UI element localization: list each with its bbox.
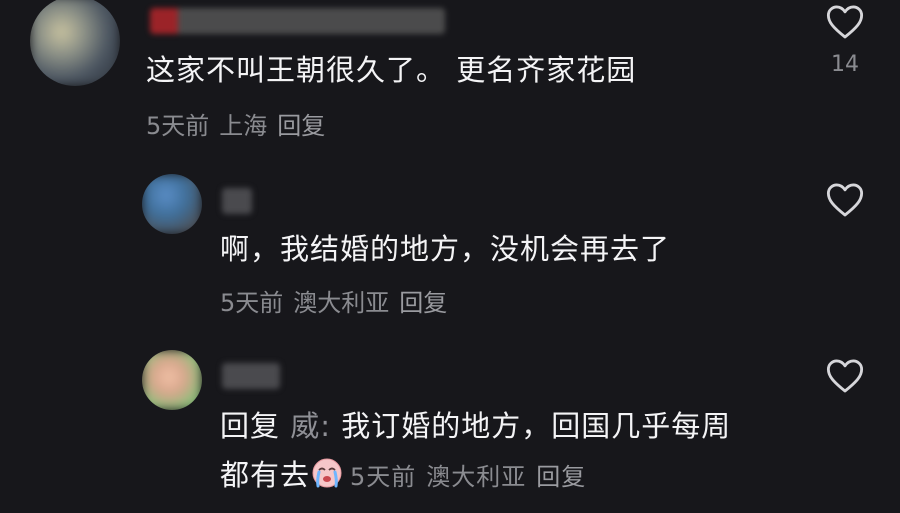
comment-text-line1: 我订婚的地方，回国几乎每周	[331, 409, 732, 443]
comment-time: 5天前	[220, 289, 284, 317]
reply-button[interactable]: 回复	[277, 112, 325, 140]
like-button[interactable]	[825, 182, 865, 218]
username[interactable]	[222, 188, 252, 214]
like-button[interactable]	[825, 358, 865, 394]
comment-text-line2-row: 都有去 5天前 澳大利亚 回复	[220, 453, 596, 497]
comment-meta: 5天前 上海 回复	[146, 111, 335, 141]
comment-text: 这家不叫王朝很久了。 更名齐家花园	[146, 53, 637, 87]
comment-time: 5天前	[350, 463, 417, 491]
avatar[interactable]	[142, 350, 202, 410]
reply-comment-item: 回复 威: 我订婚的地方，回国几乎每周 都有去 5天前 澳大利亚 回复	[0, 345, 900, 513]
reply-target-user[interactable]: 威:	[290, 409, 331, 443]
comment-text: 回复 威: 我订婚的地方，回国几乎每周	[220, 404, 731, 448]
like-count: 14	[831, 52, 859, 77]
comment-text: 啊，我结婚的地方，没机会再去了	[220, 232, 671, 266]
comment-location: 澳大利亚	[293, 289, 390, 317]
like-button[interactable]: 14	[825, 4, 865, 77]
reply-button[interactable]: 回复	[536, 463, 586, 491]
comment-location: 上海	[219, 112, 268, 140]
comment-text-line2: 都有去	[220, 458, 311, 492]
comment-item: 这家不叫王朝很久了。 更名齐家花园 5天前 上海 回复 14	[0, 0, 900, 150]
crying-face-emoji	[312, 458, 342, 488]
avatar[interactable]	[142, 174, 202, 234]
reply-prefix: 回复	[220, 409, 281, 443]
comment-meta: 5天前 澳大利亚 回复	[220, 288, 457, 318]
heart-outline-icon	[826, 5, 864, 39]
heart-outline-icon	[826, 359, 864, 393]
username[interactable]	[150, 8, 445, 34]
reply-comment-item: 啊，我结婚的地方，没机会再去了 5天前 澳大利亚 回复	[0, 170, 900, 330]
comment-meta: 5天前 澳大利亚 回复	[350, 463, 596, 491]
heart-outline-icon	[826, 183, 864, 217]
avatar[interactable]	[30, 0, 120, 86]
username[interactable]	[222, 363, 280, 389]
comment-time: 5天前	[146, 112, 210, 140]
comment-location: 澳大利亚	[426, 463, 527, 491]
reply-button[interactable]: 回复	[399, 289, 447, 317]
